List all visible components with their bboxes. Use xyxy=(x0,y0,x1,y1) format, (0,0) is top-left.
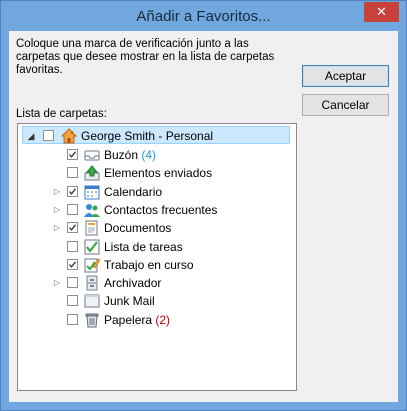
folder-checkbox[interactable] xyxy=(67,313,78,325)
folder-label: Buzón (4) xyxy=(104,146,156,164)
instructions-text: Coloque una marca de verificación junto … xyxy=(16,38,275,76)
folder-name: Trabajo en curso xyxy=(104,257,194,272)
expand-arrow-icon[interactable]: ▷ xyxy=(52,183,62,201)
expand-arrow-icon[interactable]: ▷ xyxy=(52,274,62,292)
folder-checkbox[interactable] xyxy=(67,149,78,160)
dialog-body: Coloque una marca de verificación junto … xyxy=(9,31,398,402)
unread-count: (2) xyxy=(155,312,171,327)
folder-checkbox[interactable] xyxy=(67,258,78,270)
folder-checkbox[interactable] xyxy=(67,295,78,307)
tree-item[interactable]: ▷ Documentos xyxy=(22,219,290,237)
collapse-arrow-icon[interactable]: ◢ xyxy=(26,127,36,145)
folder-checkbox[interactable] xyxy=(67,277,78,289)
folder-list-label: Lista de carpetas: xyxy=(16,108,107,120)
folder-checkbox[interactable] xyxy=(67,222,78,234)
folder-label: Calendario xyxy=(104,183,162,201)
root-checkbox[interactable] xyxy=(43,130,54,141)
trash-icon xyxy=(84,312,100,328)
tree-item[interactable]: Lista de tareas xyxy=(22,238,290,256)
sent-items-icon xyxy=(84,165,100,181)
tasks-icon xyxy=(84,239,100,255)
folder-label: Trabajo en curso xyxy=(104,256,194,274)
cancel-button[interactable]: Cancelar xyxy=(302,94,389,116)
tree-item[interactable]: Elementos enviados xyxy=(22,164,290,182)
folder-label: Archivador xyxy=(104,274,161,292)
contacts-icon xyxy=(84,202,100,218)
tree-item[interactable]: Papelera (2) xyxy=(22,311,290,329)
unread-count: (4) xyxy=(141,148,157,162)
tree-item[interactable]: Buzón (4) xyxy=(22,146,290,164)
folder-label: Contactos frecuentes xyxy=(104,201,217,219)
folder-label: Elementos enviados xyxy=(104,164,212,182)
folder-label: Papelera (2) xyxy=(104,311,170,329)
tree-item[interactable]: Junk Mail xyxy=(22,292,290,310)
tree-item[interactable]: Trabajo en curso xyxy=(22,256,290,274)
documents-icon xyxy=(84,220,100,236)
folder-checkbox[interactable] xyxy=(67,167,78,179)
tree-root-label: George Smith - Personal xyxy=(81,129,214,143)
tree-item[interactable]: ▷ Calendario xyxy=(22,183,290,201)
work-in-progress-icon xyxy=(84,257,101,273)
tree-item[interactable]: ▷ Archivador xyxy=(22,274,290,292)
ok-button[interactable]: Aceptar xyxy=(302,65,389,87)
folder-checkbox[interactable] xyxy=(67,240,78,252)
inbox-icon xyxy=(84,147,100,163)
folder-tree[interactable]: ◢ George Smith - Personal Buzón (4) Eleme… xyxy=(17,123,297,391)
folder-name: Papelera xyxy=(104,312,153,327)
dialog-title: Añadir a Favoritos... xyxy=(136,8,271,25)
folder-label: Lista de tareas xyxy=(104,238,183,256)
folder-checkbox[interactable] xyxy=(67,185,78,197)
dialog-window: Añadir a Favoritos... ✕ Coloque una marc… xyxy=(0,0,407,411)
junk-mail-icon xyxy=(84,293,100,309)
folder-label: Junk Mail xyxy=(104,292,155,310)
folder-name: Calendario xyxy=(104,184,163,199)
folder-name: Buzón xyxy=(104,148,139,162)
folder-name: Archivador xyxy=(104,276,162,291)
folder-name: Documentos xyxy=(104,221,172,236)
folder-name: Elementos enviados xyxy=(104,166,213,181)
home-icon xyxy=(60,128,78,144)
title-bar: Añadir a Favoritos... ✕ xyxy=(1,1,406,31)
tree-root-row[interactable]: ◢ George Smith - Personal xyxy=(22,126,290,144)
tree-item[interactable]: ▷ Contactos frecuentes xyxy=(22,201,290,219)
folder-name: Junk Mail xyxy=(104,294,155,309)
expand-arrow-icon[interactable]: ▷ xyxy=(52,201,62,219)
folder-name: Contactos frecuentes xyxy=(104,202,218,217)
folder-checkbox[interactable] xyxy=(67,203,78,215)
archive-icon xyxy=(84,275,100,291)
folder-name: Lista de tareas xyxy=(104,239,183,254)
folder-label: Documentos xyxy=(104,219,171,237)
close-button[interactable]: ✕ xyxy=(364,2,399,22)
expand-arrow-icon[interactable]: ▷ xyxy=(52,219,62,237)
calendar-icon xyxy=(84,184,100,200)
